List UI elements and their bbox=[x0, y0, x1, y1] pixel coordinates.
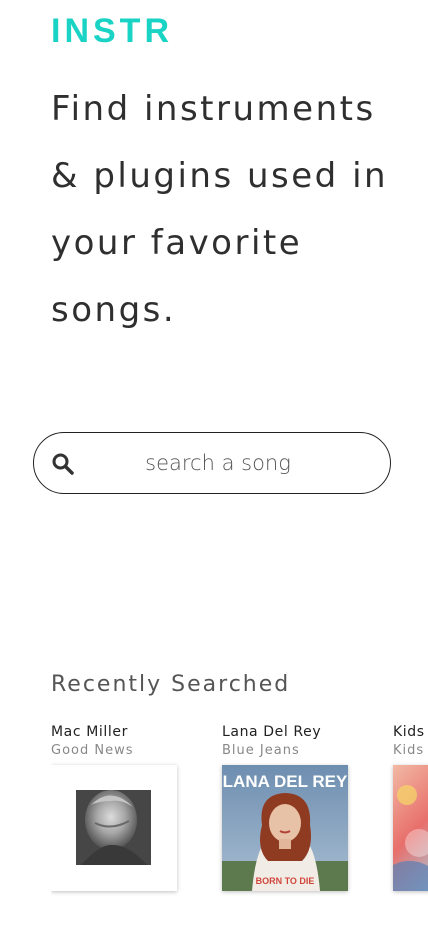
album-cover[interactable]: LANA DEL REY BORN TO DIE bbox=[222, 765, 348, 891]
cover-album-text: BORN TO DIE bbox=[256, 876, 315, 886]
artist-name: Kids bbox=[393, 724, 425, 740]
hero-headline: Find instruments & plugins used in your … bbox=[51, 89, 389, 330]
recently-searched-heading: Recently Searched bbox=[51, 672, 291, 697]
home-screen: INSTR Find instruments & plugins used in… bbox=[0, 0, 428, 926]
artist-name: Lana Del Rey bbox=[222, 724, 322, 740]
album-art-image: LANA DEL REY BORN TO DIE bbox=[222, 765, 348, 891]
artist-name: Mac Miller bbox=[51, 724, 128, 740]
search-icon[interactable] bbox=[51, 452, 75, 476]
song-title: Blue Jeans bbox=[222, 743, 300, 758]
recent-song-card[interactable]: Lana Del Rey Blue Jeans LANA DEL REY BOR… bbox=[222, 722, 348, 891]
app-logo[interactable]: INSTR bbox=[51, 12, 173, 51]
song-title: Kids bbox=[393, 743, 425, 758]
song-title: Good News bbox=[51, 743, 134, 758]
recent-song-card[interactable]: Kids Kids bbox=[393, 722, 428, 891]
recent-song-card[interactable]: Mac Miller Good News bbox=[51, 722, 177, 891]
album-cover[interactable] bbox=[51, 765, 177, 891]
album-cover[interactable] bbox=[393, 765, 428, 891]
album-art-image bbox=[393, 765, 428, 891]
album-art-image bbox=[51, 765, 177, 891]
search-input[interactable] bbox=[98, 445, 338, 481]
cover-artist-text: LANA DEL REY bbox=[223, 772, 348, 791]
recent-songs-list: Mac Miller Good News Lana Del Rey Blue J… bbox=[51, 722, 428, 902]
search-bar[interactable] bbox=[33, 432, 391, 494]
